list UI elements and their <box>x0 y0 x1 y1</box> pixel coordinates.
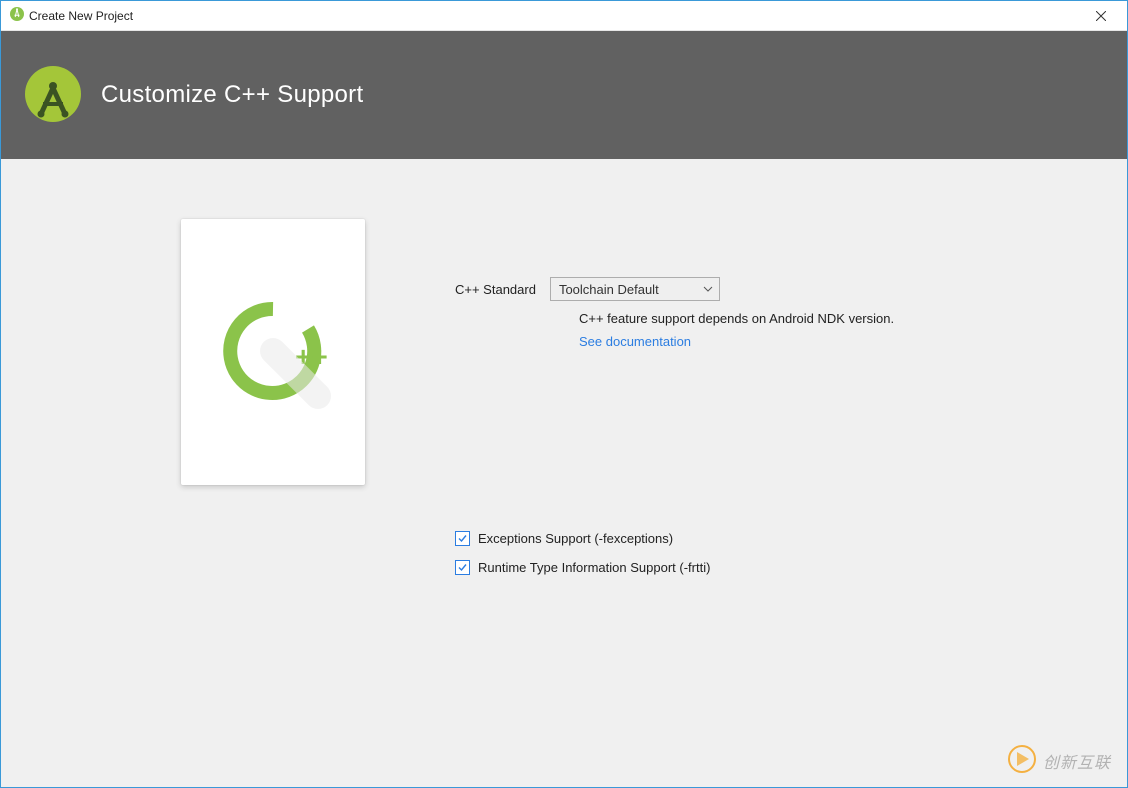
chevron-down-icon <box>703 284 713 295</box>
cpp-standard-select[interactable]: Toolchain Default <box>550 277 720 301</box>
form-area: C++ Standard Toolchain Default C++ featu… <box>455 219 894 349</box>
watermark-logo-icon <box>1007 744 1037 777</box>
cpp-logo-icon: ++ <box>213 291 333 414</box>
see-documentation-link[interactable]: See documentation <box>579 334 894 349</box>
android-studio-icon <box>9 6 25 25</box>
rtti-label: Runtime Type Information Support (-frtti… <box>478 560 710 575</box>
watermark-text: 创新互联 <box>1043 749 1111 773</box>
check-icon <box>457 562 468 573</box>
cpp-help-text: C++ feature support depends on Android N… <box>579 311 894 326</box>
exceptions-label: Exceptions Support (-fexceptions) <box>478 531 673 546</box>
close-icon <box>1096 11 1106 21</box>
header-banner: Customize C++ Support <box>1 31 1127 159</box>
watermark: 创新互联 <box>1007 744 1111 777</box>
rtti-checkbox[interactable] <box>455 560 470 575</box>
page-title: Customize C++ Support <box>83 81 363 109</box>
close-button[interactable] <box>1078 2 1123 30</box>
check-icon <box>457 533 468 544</box>
dialog-body: ++ C++ Standard Toolchain Default <box>1 159 1127 787</box>
android-studio-logo-icon <box>23 64 83 127</box>
cpp-preview-card: ++ <box>181 219 365 485</box>
cpp-standard-selected-value: Toolchain Default <box>559 282 659 297</box>
cpp-standard-label: C++ Standard <box>455 282 536 297</box>
exceptions-checkbox[interactable] <box>455 531 470 546</box>
window-title: Create New Project <box>25 9 1078 23</box>
dialog-window: Create New Project Customize C++ Support <box>0 0 1128 788</box>
titlebar: Create New Project <box>1 1 1127 31</box>
